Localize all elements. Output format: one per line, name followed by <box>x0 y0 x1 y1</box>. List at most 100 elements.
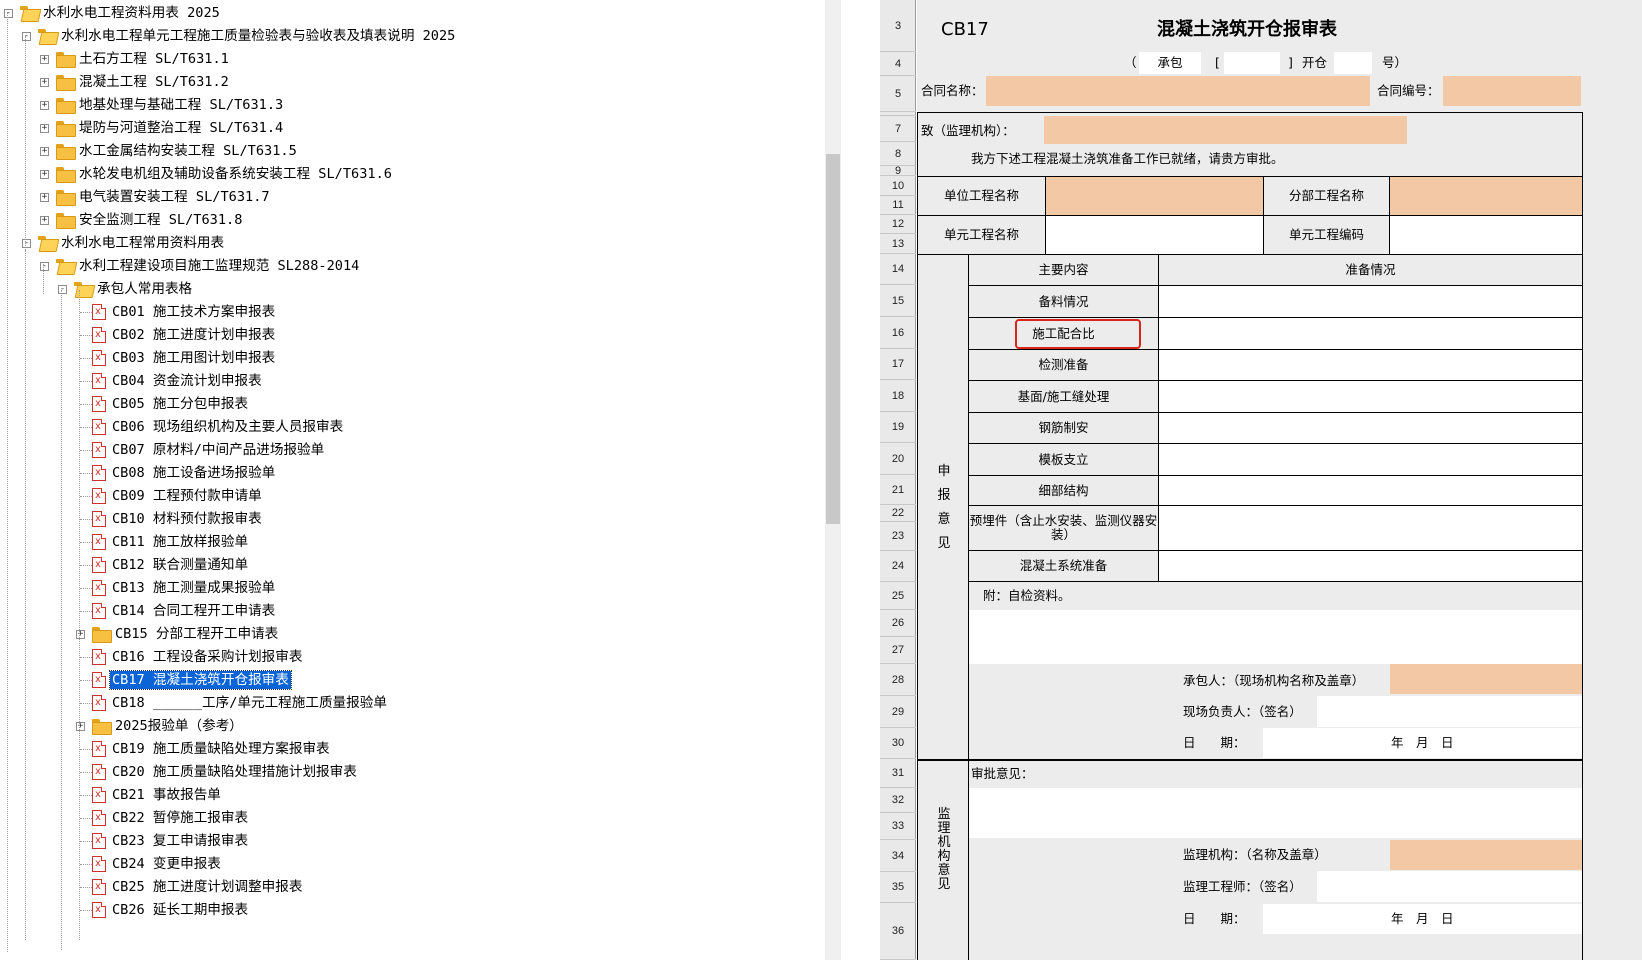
tree-item-file[interactable]: CB08 施工设备进场报验单 <box>92 461 277 485</box>
collapse-toggle-icon[interactable]: - <box>22 32 31 41</box>
row-number[interactable]: 32 <box>880 788 916 813</box>
tree-item-file[interactable]: CB06 现场组织机构及主要人员报审表 <box>92 415 345 439</box>
row-number[interactable]: 11 <box>880 196 916 215</box>
row-number[interactable]: 14 <box>880 254 916 285</box>
tree-item-folder[interactable]: 2025报验单（参考） <box>92 714 245 738</box>
row-number[interactable]: 28 <box>880 664 916 696</box>
tree-item-file[interactable]: CB23 复工申请报审表 <box>92 829 250 853</box>
tree-item-folder[interactable]: 水工金属结构安装工程 SL/T631.5 <box>56 139 299 163</box>
tree-item-file[interactable]: CB04 资金流计划申报表 <box>92 369 264 393</box>
tree-item-file[interactable]: CB09 工程预付款申请单 <box>92 484 264 508</box>
row-number[interactable]: 29 <box>880 696 916 728</box>
row-number[interactable]: 3 <box>880 0 916 52</box>
supervisor-name-field[interactable] <box>1044 116 1407 144</box>
row-number[interactable]: 19 <box>880 412 916 443</box>
tree-item-file[interactable]: CB10 材料预付款报审表 <box>92 507 264 531</box>
expand-toggle-icon[interactable]: + <box>40 147 49 156</box>
tree-item-file[interactable]: CB12 联合测量通知单 <box>92 553 250 577</box>
tree-item-folder[interactable]: 混凝土工程 SL/T631.2 <box>56 70 231 94</box>
expand-toggle-icon[interactable]: + <box>40 216 49 225</box>
expand-toggle-icon[interactable]: + <box>76 630 85 639</box>
expand-toggle-icon[interactable]: + <box>40 124 49 133</box>
element-code-field[interactable] <box>1390 216 1582 254</box>
tree-item-folder[interactable]: 电气装置安装工程 SL/T631.7 <box>56 185 272 209</box>
approval-field[interactable] <box>969 788 1582 838</box>
row-number[interactable]: 9 <box>880 165 916 177</box>
row-number[interactable]: 30 <box>880 728 916 759</box>
tree-item-folder[interactable]: 地基处理与基础工程 SL/T631.3 <box>56 93 285 117</box>
row-number[interactable]: 24 <box>880 551 916 582</box>
row-number[interactable]: 4 <box>880 52 916 76</box>
sub-project-field[interactable] <box>1390 177 1582 215</box>
expand-toggle-icon[interactable]: + <box>40 193 49 202</box>
supervisor-engineer-field[interactable] <box>1317 871 1582 902</box>
expand-toggle-icon[interactable]: + <box>40 78 49 87</box>
contract-name-field[interactable] <box>986 76 1370 106</box>
row-number[interactable]: 7 <box>880 116 916 142</box>
row-number[interactable]: 25 <box>880 582 916 610</box>
row-number[interactable]: 27 <box>880 637 916 664</box>
item-status-field[interactable] <box>1159 286 1582 317</box>
expand-toggle-icon[interactable]: + <box>40 55 49 64</box>
tree-item-folder[interactable]: 土石方工程 SL/T631.1 <box>56 47 231 71</box>
contract-no-field[interactable] <box>1443 76 1581 106</box>
item-status-field[interactable] <box>1159 350 1582 380</box>
tree-item-file[interactable]: CB20 施工质量缺陷处理措施计划报审表 <box>92 760 359 784</box>
expand-toggle-icon[interactable]: + <box>40 101 49 110</box>
item-status-field[interactable] <box>1159 444 1582 475</box>
tree-item-file[interactable]: CB18 ______工序/单元工程施工质量报验单 <box>92 691 389 715</box>
tree-item-file[interactable]: CB22 暂停施工报审表 <box>92 806 250 830</box>
tree-item-file[interactable]: CB17 混凝土浇筑开仓报审表 <box>92 668 292 692</box>
attachment-field[interactable] <box>969 610 1582 664</box>
collapse-toggle-icon[interactable]: - <box>58 285 67 294</box>
expand-toggle-icon[interactable]: + <box>40 170 49 179</box>
item-status-field[interactable] <box>1159 506 1582 550</box>
row-number[interactable]: 26 <box>880 610 916 637</box>
year-field[interactable] <box>1224 52 1280 74</box>
element-project-field[interactable] <box>1046 216 1263 254</box>
item-status-field[interactable] <box>1159 413 1582 443</box>
tree-item-folder[interactable]: 水轮发电机组及辅助设备系统安装工程 SL/T631.6 <box>56 162 394 186</box>
tree-item-folder[interactable]: CB15 分部工程开工申请表 <box>92 622 280 646</box>
row-number[interactable]: 17 <box>880 349 916 380</box>
tree-item-file[interactable]: CB07 原材料/中间产品进场报验单 <box>92 438 326 462</box>
tree-scrollbar-thumb[interactable] <box>826 154 840 524</box>
tree-item-folder[interactable]: 水利水电工程单元工程施工质量检验表与验收表及填表说明 2025 <box>38 24 457 48</box>
tree-item-file[interactable]: CB14 合同工程开工申请表 <box>92 599 277 623</box>
tree-item-file[interactable]: CB01 施工技术方案申报表 <box>92 300 277 324</box>
tree-item-folder[interactable]: 承包人常用表格 <box>74 277 194 301</box>
item-status-field[interactable] <box>1159 381 1582 412</box>
item-status-field[interactable] <box>1159 551 1582 581</box>
collapse-toggle-icon[interactable]: - <box>4 9 13 18</box>
contractor-sign-field[interactable] <box>1390 664 1582 694</box>
supervisor-org-field[interactable] <box>1390 840 1582 870</box>
tree-item-folder[interactable]: 水利水电工程资料用表 2025 <box>20 1 222 25</box>
site-manager-field[interactable] <box>1317 696 1582 727</box>
row-number[interactable]: 12 <box>880 215 916 234</box>
row-number[interactable]: 22 <box>880 505 916 522</box>
contractor-abbrev-field[interactable]: 承包 <box>1139 52 1201 74</box>
serial-number-field[interactable] <box>1334 52 1372 74</box>
row-number[interactable]: 15 <box>880 285 916 317</box>
row-number[interactable]: 23 <box>880 522 916 551</box>
tree-item-file[interactable]: CB13 施工测量成果报验单 <box>92 576 277 600</box>
tree-item-folder[interactable]: 水利工程建设项目施工监理规范 SL288-2014 <box>56 254 361 278</box>
unit-project-field[interactable] <box>1046 177 1263 215</box>
tree-item-folder[interactable]: 安全监测工程 SL/T631.8 <box>56 208 244 232</box>
expand-toggle-icon[interactable]: + <box>76 722 85 731</box>
row-number[interactable]: 33 <box>880 813 916 840</box>
row-number[interactable]: 13 <box>880 234 916 254</box>
row-number[interactable]: 8 <box>880 142 916 166</box>
row-number[interactable]: 20 <box>880 443 916 475</box>
tree-item-file[interactable]: CB16 工程设备采购计划报审表 <box>92 645 304 669</box>
tree-item-file[interactable]: CB05 施工分包申报表 <box>92 392 250 416</box>
row-number[interactable]: 35 <box>880 872 916 903</box>
tree-item-file[interactable]: CB19 施工质量缺陷处理方案报审表 <box>92 737 332 761</box>
tree-item-file[interactable]: CB03 施工用图计划申报表 <box>92 346 277 370</box>
row-number[interactable]: 21 <box>880 475 916 505</box>
row-number[interactable]: 16 <box>880 317 916 349</box>
tree-item-file[interactable]: CB11 施工放样报验单 <box>92 530 250 554</box>
tree-item-folder[interactable]: 堤防与河道整治工程 SL/T631.4 <box>56 116 285 140</box>
row-number[interactable]: 5 <box>880 76 916 112</box>
row-number[interactable]: 36 <box>880 903 916 960</box>
